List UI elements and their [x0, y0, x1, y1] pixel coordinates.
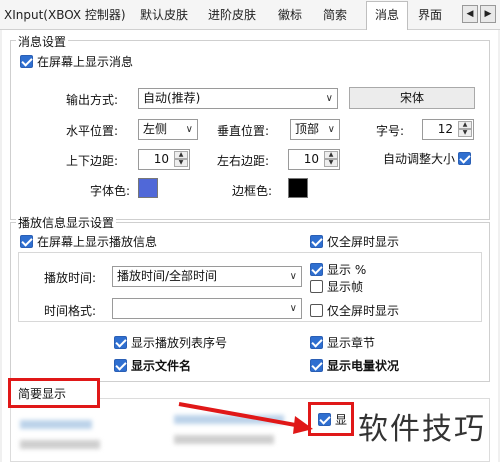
tab-xinput[interactable]: XInput(XBOX 控制器)	[4, 2, 126, 30]
play-time-select[interactable]: 播放时间/全部时间 ∨	[112, 266, 302, 287]
stepper-buttons[interactable]: ▲ ▼	[174, 151, 188, 168]
stepper-up-icon[interactable]: ▲	[174, 151, 188, 159]
play-time-value: 播放时间/全部时间	[117, 269, 218, 283]
checkbox-checked-icon	[310, 263, 323, 276]
vertical-position-value: 顶部	[295, 122, 320, 136]
horizontal-margin-stepper[interactable]: 10 ▲ ▼	[288, 149, 340, 170]
fullscreen-only-2-label: 仅全屏时显示	[327, 304, 400, 318]
checkbox-checked-icon	[310, 336, 323, 349]
border-color-swatch[interactable]	[288, 178, 308, 198]
fullscreen-only-checkbox[interactable]: 仅全屏时显示	[310, 233, 399, 250]
checkbox-checked-icon	[310, 359, 323, 372]
watermark: 软件技巧	[358, 412, 486, 447]
vertical-margin-value: 10	[153, 152, 169, 166]
chevron-down-icon: ∨	[185, 124, 193, 135]
tab-advanced-skin[interactable]: 进阶皮肤	[208, 2, 256, 30]
stepper-buttons[interactable]: ▲ ▼	[458, 121, 472, 138]
checkbox-checked-icon	[318, 413, 331, 426]
tab-default-skin[interactable]: 默认皮肤	[140, 2, 188, 30]
stepper-down-icon[interactable]: ▼	[174, 159, 188, 167]
play-time-label: 播放时间:	[44, 271, 97, 285]
show-chapter-checkbox[interactable]: 显示章节	[310, 334, 375, 351]
show-filename-checkbox[interactable]: 显示文件名	[114, 357, 191, 374]
stepper-down-icon[interactable]: ▼	[458, 129, 472, 137]
settings-window: XInput(XBOX 控制器) 默认皮肤 进阶皮肤 徽标 简索 消息 界面 ◀…	[0, 0, 500, 462]
auto-size-checkbox[interactable]: 自动调整大小	[383, 150, 472, 167]
font-size-stepper[interactable]: 12 ▲ ▼	[422, 119, 474, 140]
time-format-select[interactable]: ∨	[112, 298, 302, 319]
auto-size-label: 自动调整大小	[383, 152, 456, 166]
tab-bar: XInput(XBOX 控制器) 默认皮肤 进阶皮肤 徽标 简索 消息 界面 ◀…	[0, 0, 500, 31]
checkbox-checked-icon	[20, 55, 33, 68]
summary-checkbox-label: 显	[335, 413, 348, 427]
checkbox-checked-icon	[458, 152, 472, 165]
font-button[interactable]: 宋体	[349, 87, 475, 109]
summary-checkbox[interactable]: 显	[318, 411, 347, 428]
blurred-content	[20, 420, 92, 429]
show-frames-checkbox[interactable]: 显示帧	[310, 278, 363, 295]
font-size-value: 12	[437, 122, 453, 136]
horizontal-position-label: 水平位置:	[66, 124, 119, 138]
show-chapter-label: 显示章节	[327, 336, 376, 350]
tab-messages[interactable]: 消息	[366, 1, 409, 31]
show-frames-label: 显示帧	[327, 280, 364, 294]
pointer-arrow-icon	[178, 402, 313, 434]
output-mode-value: 自动(推荐)	[143, 91, 201, 105]
horizontal-margin-label: 左右边距:	[217, 154, 270, 168]
tab-scroll-left-button[interactable]: ◀	[462, 5, 478, 23]
tab-interface[interactable]: 界面	[418, 2, 442, 30]
show-filename-label: 显示文件名	[131, 359, 192, 373]
messages-panel: 消息设置 在屏幕上显示消息 输出方式: 自动(推荐) ∨ 宋体 水平位置: 左侧…	[2, 30, 498, 462]
show-percent-checkbox[interactable]: 显示 %	[310, 261, 366, 278]
blurred-content	[174, 435, 274, 444]
time-format-label: 时间格式:	[44, 304, 97, 318]
checkbox-unchecked-icon	[310, 280, 323, 293]
vertical-position-select[interactable]: 顶部 ∨	[290, 119, 340, 140]
tab-scroll-arrows: ◀ ▶	[462, 5, 496, 23]
chevron-down-icon: ∨	[325, 93, 333, 104]
summary-title: 简要显示	[18, 387, 67, 401]
vertical-margin-stepper[interactable]: 10 ▲ ▼	[138, 149, 190, 170]
horizontal-position-select[interactable]: 左侧 ∨	[138, 119, 198, 140]
show-playback-checkbox[interactable]: 在屏幕上显示播放信息	[20, 233, 157, 250]
font-size-label: 字号:	[376, 124, 405, 138]
show-battery-checkbox[interactable]: 显示电量状况	[310, 357, 399, 374]
show-messages-checkbox[interactable]: 在屏幕上显示消息	[20, 53, 133, 70]
output-mode-select[interactable]: 自动(推荐) ∨	[138, 88, 338, 109]
chevron-down-icon: ∨	[327, 124, 335, 135]
tab-logo[interactable]: 徽标	[278, 2, 302, 30]
fullscreen-only-label: 仅全屏时显示	[327, 235, 400, 249]
show-playlist-index-checkbox[interactable]: 显示播放列表序号	[114, 334, 227, 351]
chevron-down-icon: ∨	[289, 271, 297, 282]
message-settings-title: 消息设置	[16, 33, 69, 50]
show-messages-label: 在屏幕上显示消息	[37, 55, 134, 69]
font-color-label: 字体色:	[90, 184, 131, 198]
stepper-buttons[interactable]: ▲ ▼	[324, 151, 338, 168]
checkbox-unchecked-icon	[310, 304, 323, 317]
font-color-swatch[interactable]	[138, 178, 158, 198]
blurred-content	[20, 440, 100, 449]
checkbox-checked-icon	[310, 235, 323, 248]
stepper-down-icon[interactable]: ▼	[324, 159, 338, 167]
horizontal-margin-value: 10	[303, 152, 319, 166]
border-color-label: 边框色:	[232, 184, 273, 198]
horizontal-position-value: 左侧	[143, 122, 168, 136]
stepper-up-icon[interactable]: ▲	[324, 151, 338, 159]
tab-search[interactable]: 简索	[323, 2, 347, 30]
vertical-margin-label: 上下边距:	[66, 154, 119, 168]
show-percent-label: 显示 %	[327, 263, 367, 277]
tab-scroll-right-button[interactable]: ▶	[480, 5, 496, 23]
fullscreen-only-2-checkbox[interactable]: 仅全屏时显示	[310, 302, 399, 319]
vertical-position-label: 垂直位置:	[217, 124, 270, 138]
checkbox-checked-icon	[114, 359, 127, 372]
stepper-up-icon[interactable]: ▲	[458, 121, 472, 129]
show-playlist-index-label: 显示播放列表序号	[131, 336, 228, 350]
show-battery-label: 显示电量状况	[327, 359, 400, 373]
playback-settings-title: 播放信息显示设置	[16, 214, 117, 231]
checkbox-checked-icon	[20, 235, 33, 248]
checkbox-checked-icon	[114, 336, 127, 349]
chevron-down-icon: ∨	[289, 303, 297, 314]
output-mode-label: 输出方式:	[66, 93, 119, 107]
show-playback-label: 在屏幕上显示播放信息	[37, 235, 158, 249]
